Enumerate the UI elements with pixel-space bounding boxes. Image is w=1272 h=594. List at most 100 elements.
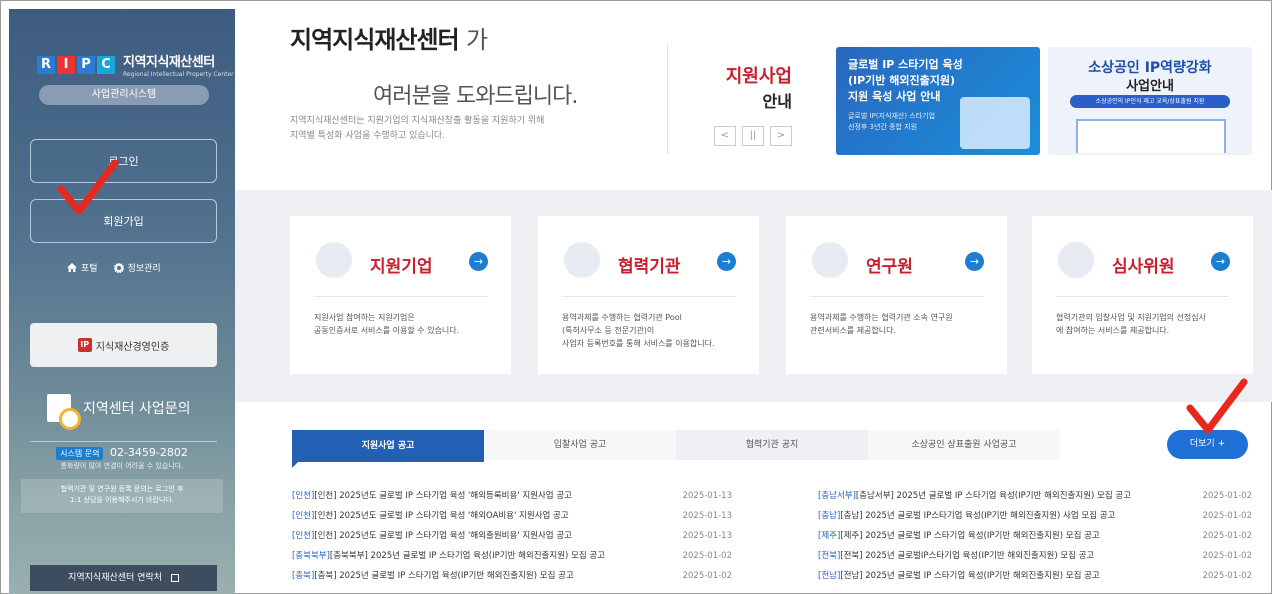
- card-title: 연구원: [866, 257, 913, 277]
- tab-support-notice[interactable]: 지원사업 공고: [292, 430, 484, 468]
- quick-link-info[interactable]: 정보관리: [113, 261, 161, 274]
- list-item[interactable]: [충남서부][충남서부] 2025년 글로벌 IP 스타기업 육성(IP기반 해…: [818, 486, 1252, 506]
- quick-link-portal[interactable]: 포털: [67, 261, 98, 274]
- document-lightbulb-icon: [316, 242, 352, 278]
- notice-title[interactable]: [충북][충북] 2025년 글로벌 IP 스타기업 육성(IP기반 해외진출지…: [292, 566, 574, 586]
- reviewers-icon: [1058, 242, 1094, 278]
- card-reviewer[interactable]: 심사위원 → 협력기관의 입찰사업 및 지원기업의 선정심사 에 참여하는 서비…: [1032, 216, 1253, 374]
- support-title: 지원사업: [725, 66, 792, 87]
- list-item[interactable]: [충남][충남] 2025년 글로벌 IP스타기업 육성(IP기반 해외진출지원…: [818, 506, 1252, 526]
- carousel-next-button[interactable]: >: [770, 126, 792, 146]
- tab-partner-notice[interactable]: 협력기관 공지: [676, 430, 868, 460]
- card-title: 심사위원: [1112, 257, 1175, 277]
- carousel-pause-button[interactable]: ||: [742, 126, 764, 146]
- notice-title[interactable]: [충남][충남] 2025년 글로벌 IP스타기업 육성(IP기반 해외진출지원…: [818, 506, 1115, 526]
- region-tag: [제주]: [818, 531, 841, 541]
- card-partner[interactable]: 협력기관 → 용역과제를 수행하는 협력기관 Pool (특허사무소 등 전문기…: [538, 216, 759, 374]
- notice-title[interactable]: [전남][전남] 2025년 글로벌 IP 스타기업 육성(IP기반 해외진출지…: [818, 566, 1100, 586]
- banner1-line2: (IP기반 해외진출지원): [848, 74, 955, 87]
- inquiry-title: 지역센터 사업문의: [83, 401, 191, 417]
- notice-title-text: [충북] 2025년 글로벌 IP 스타기업 육성(IP기반 해외진출지원) 모…: [314, 571, 574, 581]
- arrow-right-icon[interactable]: →: [717, 252, 736, 271]
- divider: [810, 296, 983, 297]
- list-item[interactable]: [전북][전북] 2025년 글로벌IP스타기업 육성(IP기반 해외진출지원)…: [818, 546, 1252, 566]
- tab-trademark-notice[interactable]: 소상공인 상표출원 사업공고: [868, 430, 1060, 460]
- banner-global-ip[interactable]: 글로벌 IP 스타기업 육성 (IP기반 해외진출지원) 지원 육성 사업 안내…: [836, 47, 1040, 155]
- list-item[interactable]: [제주][제주] 2025년 글로벌 IP 스타기업 육성(IP기반 해외진출지…: [818, 526, 1252, 546]
- card-description: 용역과제를 수행하는 협력기관 소속 연구원 관련서비스를 제공합니다.: [810, 311, 995, 337]
- list-item[interactable]: [전남][전남] 2025년 글로벌 IP 스타기업 육성(IP기반 해외진출지…: [818, 566, 1252, 586]
- carousel-prev-button[interactable]: <: [714, 126, 736, 146]
- card-description: 협력기관의 입찰사업 및 지원기업의 선정심사 에 참여하는 서비스를 제공합니…: [1056, 311, 1241, 337]
- card-desc-line: 에 참여하는 서비스를 제공합니다.: [1056, 326, 1170, 335]
- banner1-sub2: 선정후 3년간 종합 지원: [848, 123, 918, 131]
- notice-list-left: [인천][인천] 2025년도 글로벌 IP 스타기업 육성 '해외등록비용' …: [292, 486, 732, 586]
- banner-small-business-ip[interactable]: 소상공인 IP역량강화 사업안내 소상공인의 IP인식 제고 교육/상표출원 지…: [1048, 47, 1252, 155]
- logo-subtitle: Regional Intellectual Property Center: [123, 71, 234, 78]
- monitor-illustration-icon: [960, 97, 1030, 149]
- logo-title: 지역지식재산센터: [123, 55, 215, 70]
- cert-logo-icon: IP: [77, 338, 92, 352]
- logo-mark: R I P C: [37, 55, 117, 74]
- list-item[interactable]: [인천][인천] 2025년도 글로벌 IP 스타기업 육성 '해외출원비용' …: [292, 526, 732, 546]
- notice-line-2: 1:1 상담을 이용해주시기 바랍니다.: [70, 496, 174, 504]
- card-desc-line: 용역과제를 수행하는 협력기관 소속 연구원: [810, 313, 953, 322]
- notice-title-text: [충남서부] 2025년 글로벌 IP 스타기업 육성(IP기반 해외진출지원)…: [855, 491, 1132, 501]
- notice-title[interactable]: [전북][전북] 2025년 글로벌IP스타기업 육성(IP기반 해외진출지원)…: [818, 546, 1094, 566]
- logo[interactable]: R I P C 지역지식재산센터 Regional Intellectual P…: [37, 51, 234, 78]
- notice-date: 2025-01-02: [682, 571, 732, 581]
- arrow-right-icon[interactable]: →: [469, 252, 488, 271]
- cert-label: 지식재산경영인증: [95, 341, 170, 353]
- banner1-line1: 글로벌 IP 스타기업 육성: [848, 58, 963, 71]
- divider: [667, 44, 668, 154]
- list-item[interactable]: [인천][인천] 2025년도 글로벌 IP 스타기업 육성 '해외OA비용' …: [292, 506, 732, 526]
- card-desc-line: 공동인증서로 서비스를 이용할 수 있습니다.: [314, 326, 460, 335]
- notice-title[interactable]: [제주][제주] 2025년 글로벌 IP 스타기업 육성(IP기반 해외진출지…: [818, 526, 1100, 546]
- arrow-right-icon[interactable]: →: [965, 252, 984, 271]
- notice-title[interactable]: [충북북부][충북북부] 2025년 글로벌 IP 스타기업 육성(IP기반 해…: [292, 546, 605, 566]
- notice-title-text: [제주] 2025년 글로벌 IP 스타기업 육성(IP기반 해외진출지원) 모…: [840, 531, 1100, 541]
- notice-title-text: [전북] 2025년 글로벌IP스타기업 육성(IP기반 해외진출지원) 모집 …: [840, 551, 1095, 561]
- home-icon: [67, 263, 77, 272]
- notice-title[interactable]: [인천][인천] 2025년도 글로벌 IP 스타기업 육성 '해외OA비용' …: [292, 506, 569, 526]
- card-desc-line: 용역과제를 수행하는 협력기관 Pool: [562, 313, 682, 322]
- card-title: 협력기관: [618, 257, 681, 277]
- card-researcher[interactable]: 연구원 → 용역과제를 수행하는 협력기관 소속 연구원 관련서비스를 제공합니…: [786, 216, 1007, 374]
- notice-title[interactable]: [인천][인천] 2025년도 글로벌 IP 스타기업 육성 '해외등록비용' …: [292, 486, 572, 506]
- region-tag: [충남서부]: [818, 491, 856, 501]
- card-desc-line: 지원사업 참여하는 지원기업은: [314, 313, 415, 322]
- hero-desc-line-2: 지역별 특성화 사업을 수행하고 있습니다.: [290, 131, 446, 141]
- handshake-icon: [564, 242, 600, 278]
- notice-title-text: [인천] 2025년도 글로벌 IP 스타기업 육성 '해외출원비용' 지원사업…: [314, 531, 572, 541]
- arrow-right-icon[interactable]: →: [1211, 252, 1230, 271]
- red-checkmark-icon: [1186, 378, 1248, 434]
- notice-date: 2025-01-02: [1202, 571, 1252, 581]
- hotline-badge: 시스템 문의: [56, 447, 104, 460]
- notice-title[interactable]: [인천][인천] 2025년도 글로벌 IP 스타기업 육성 '해외출원비용' …: [292, 526, 572, 546]
- divider: [314, 296, 487, 297]
- list-item[interactable]: [충북][충북] 2025년 글로벌 IP 스타기업 육성(IP기반 해외진출지…: [292, 566, 732, 586]
- card-desc-line: 협력기관의 입찰사업 및 지원기업의 선정심사: [1056, 313, 1207, 322]
- banner1-sub1: 글로벌 IP(지식재산) 스타기업: [848, 112, 936, 120]
- tab-bid-notice[interactable]: 입찰사업 공고: [484, 430, 676, 460]
- region-tag: [충남]: [818, 511, 841, 521]
- notice-date: 2025-01-13: [682, 511, 732, 521]
- notice-date: 2025-01-13: [682, 491, 732, 501]
- logo-text: 지역지식재산센터 Regional Intellectual Property …: [123, 51, 234, 78]
- logo-letter-r: R: [37, 55, 55, 74]
- list-item[interactable]: [충북북부][충북북부] 2025년 글로벌 IP 스타기업 육성(IP기반 해…: [292, 546, 732, 566]
- contact-button[interactable]: 지역지식재산센터 연락처: [30, 565, 217, 591]
- sidebar: R I P C 지역지식재산센터 Regional Intellectual P…: [9, 9, 235, 594]
- region-tag: [전남]: [818, 571, 841, 581]
- card-support-company[interactable]: 지원기업 → 지원사업 참여하는 지원기업은 공동인증서로 서비스를 이용할 수…: [290, 216, 511, 374]
- notice-title[interactable]: [충남서부][충남서부] 2025년 글로벌 IP 스타기업 육성(IP기반 해…: [818, 486, 1131, 506]
- card-desc-line: (특허사무소 등 전문기관)이: [562, 326, 655, 335]
- cert-banner[interactable]: IP 지식재산경영인증: [30, 323, 217, 367]
- researcher-icon: [812, 242, 848, 278]
- region-tag: [인천]: [292, 511, 315, 521]
- list-item[interactable]: [인천][인천] 2025년도 글로벌 IP 스타기업 육성 '해외등록비용' …: [292, 486, 732, 506]
- contact-label: 지역지식재산센터 연락처: [68, 573, 163, 583]
- support-subtitle: 안내: [762, 92, 792, 111]
- quick-links: 포털 정보관리: [67, 261, 161, 274]
- banner2-line2: 사업안내: [1126, 79, 1174, 94]
